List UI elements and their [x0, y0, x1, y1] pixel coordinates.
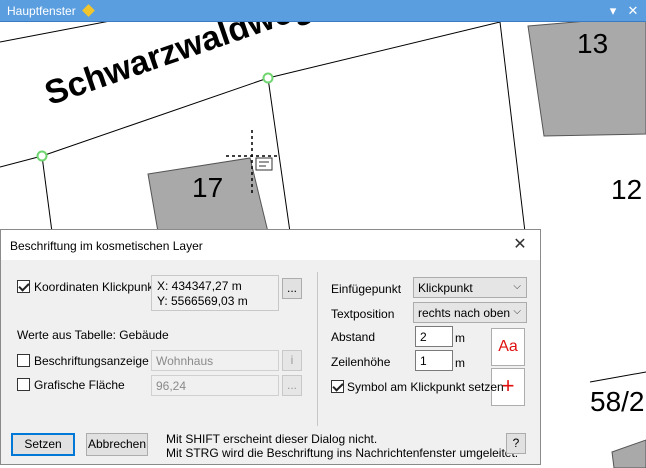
einfuegepunkt-value: Klickpunkt: [418, 281, 473, 295]
main-window-titlebar: Hauptfenster ▾ ✕: [0, 0, 646, 22]
coordinates-display: X: 434347,27 m Y: 5566569,03 m: [151, 275, 279, 311]
grafische-flaeche-field: 96,24: [151, 375, 279, 396]
dialog-close-icon[interactable]: ✕: [510, 235, 530, 255]
grafische-flaeche-browse-button: ...: [282, 375, 302, 396]
zeilenhoehe-label: Zeilenhöhe: [331, 355, 391, 369]
abstand-unit: m: [455, 331, 465, 345]
close-icon[interactable]: ✕: [624, 2, 642, 20]
house-number-13: 13: [577, 28, 609, 59]
help-button[interactable]: ?: [506, 433, 526, 454]
street-edge-lower-c: [267, 22, 501, 79]
window-title: Hauptfenster: [7, 4, 76, 18]
abstand-input[interactable]: 2: [415, 326, 453, 347]
beschriftungsanzeige-field: Wohnhaus: [151, 350, 279, 371]
parcel-line-right: [499, 22, 526, 233]
street-edge-lower-a: [0, 155, 43, 168]
werte-heading: Werte aus Tabelle: Gebäude: [17, 328, 169, 342]
grafische-flaeche-checkbox[interactable]: [17, 378, 30, 391]
setzen-button[interactable]: Setzen: [11, 433, 75, 456]
building-58-2: [611, 439, 646, 468]
vertex-marker: [36, 150, 48, 162]
hint-strg: Mit STRG wird die Beschriftung ins Nachr…: [166, 446, 519, 460]
einfuegepunkt-label: Einfügepunkt: [331, 282, 402, 296]
house-number-17: 17: [192, 172, 224, 203]
koordinaten-checkbox[interactable]: [17, 280, 30, 293]
abstand-label: Abstand: [331, 330, 376, 344]
beschriftungsanzeige-label: Beschriftungsanzeige: [34, 354, 149, 368]
vertex-marker: [262, 72, 274, 84]
house-number-58-2: 58/2: [590, 386, 645, 417]
dialog-title: Beschriftung im kosmetischen Layer: [10, 239, 203, 253]
info-button: i: [282, 350, 302, 371]
parcel-line-left: [41, 155, 53, 233]
label-dialog: Beschriftung im kosmetischen Layer ✕ Koo…: [0, 229, 541, 465]
abbrechen-button[interactable]: Abbrechen: [86, 433, 148, 456]
symbol-label: Symbol am Klickpunkt setzen: [347, 380, 504, 394]
dialog-titlebar: Beschriftung im kosmetischen Layer ✕: [1, 230, 540, 260]
chevron-down-icon: ⌵: [513, 281, 521, 292]
einfuegepunkt-select[interactable]: Klickpunkt ⌵: [413, 277, 527, 298]
coord-x: X: 434347,27 m: [157, 279, 242, 293]
house-number-12: 12: [611, 174, 643, 205]
modified-diamond-icon: [82, 4, 95, 17]
coordinates-browse-button[interactable]: ...: [282, 278, 302, 299]
parcel-line-mid: [267, 77, 291, 233]
cursor-label-icon: [255, 157, 273, 171]
grafische-flaeche-label: Grafische Fläche: [34, 378, 125, 392]
chevron-down-icon: ⌵: [513, 306, 521, 317]
zeilenhoehe-unit: m: [455, 356, 465, 370]
symbol-checkbox[interactable]: [331, 380, 344, 393]
hint-shift: Mit SHIFT erscheint dieser Dialog nicht.: [166, 432, 378, 446]
font-button[interactable]: Aa: [491, 328, 525, 366]
chevron-down-icon[interactable]: ▾: [604, 2, 622, 20]
zeilenhoehe-input[interactable]: 1: [415, 350, 453, 371]
textposition-select[interactable]: rechts nach oben ⌵: [413, 302, 527, 323]
koordinaten-label: Koordinaten Klickpunkt: [34, 280, 157, 294]
textposition-value: rechts nach oben: [418, 306, 511, 320]
textposition-label: Textposition: [331, 307, 395, 321]
parcel-line-bottom: [589, 371, 646, 383]
coord-y: Y: 5566569,03 m: [157, 294, 248, 308]
beschriftungsanzeige-checkbox[interactable]: [17, 354, 30, 367]
column-separator: [317, 272, 318, 426]
